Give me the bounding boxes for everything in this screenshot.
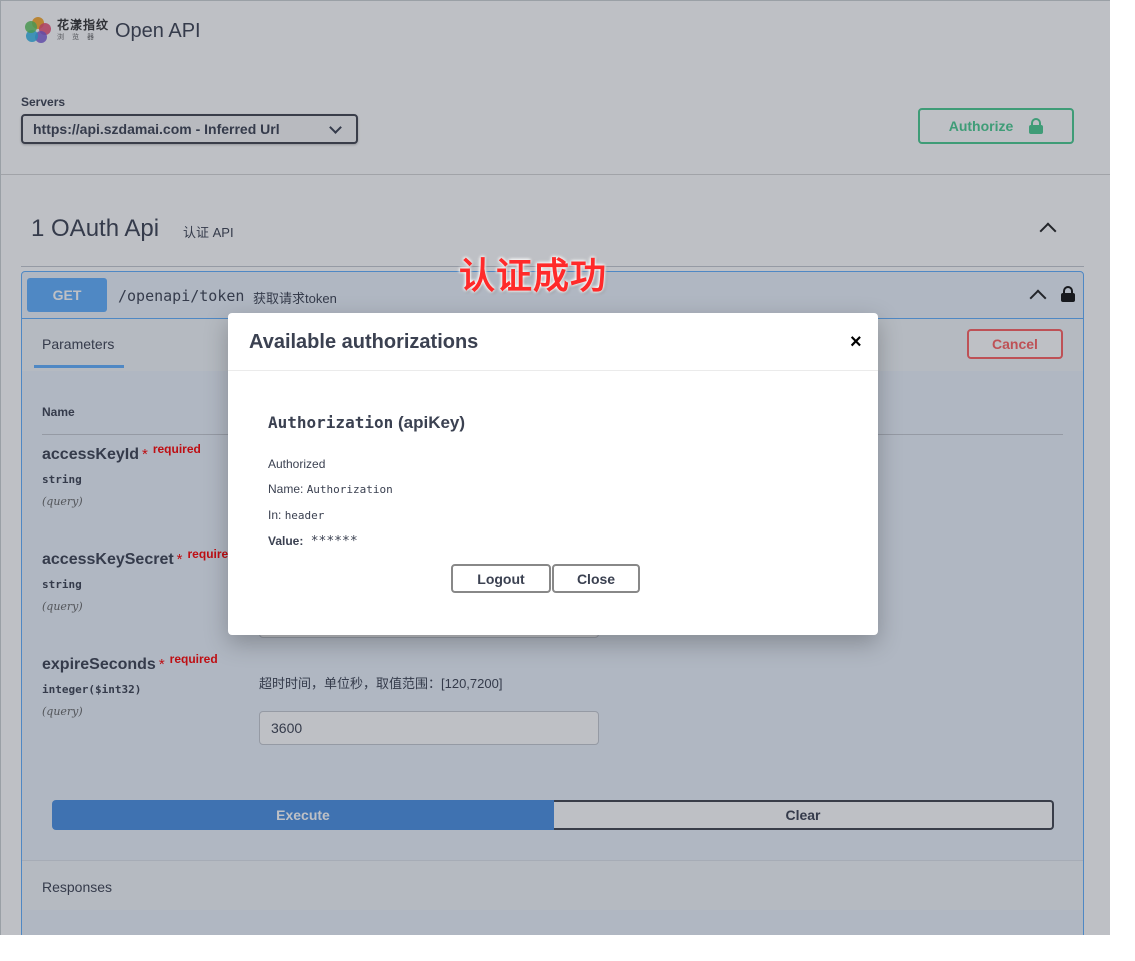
auth-name-label: Name: — [268, 482, 304, 496]
auth-name-value: Authorization — [306, 483, 393, 496]
auth-value-label: Value: — [268, 534, 304, 548]
auth-in-label: In: — [268, 508, 282, 522]
close-icon[interactable]: × — [850, 331, 862, 354]
auth-scheme-name: Authorization — [268, 413, 394, 432]
auth-in-row: In: header — [268, 508, 324, 522]
auth-status: Authorized — [268, 457, 326, 471]
auth-scheme-type: (apiKey) — [397, 413, 466, 432]
modal-header: Available authorizations × — [228, 313, 878, 371]
auth-value-masked: ****** — [310, 534, 358, 549]
auth-name-row: Name: Authorization — [268, 482, 393, 496]
browser-frame: 花漾指纹 浏览器 Open API Servers https://api.sz… — [0, 0, 1110, 935]
auth-in-value: header — [284, 509, 325, 522]
auth-modal: Available authorizations × Authorization… — [228, 313, 878, 635]
auth-scheme-title: Authorization (apiKey) — [268, 413, 465, 433]
swagger-page: 花漾指纹 浏览器 Open API Servers https://api.sz… — [1, 1, 1110, 935]
modal-title: Available authorizations — [249, 331, 479, 353]
close-button[interactable]: Close — [552, 564, 640, 593]
auth-value-row: Value: ****** — [268, 534, 358, 549]
annotation-text: 认证成功 — [459, 255, 608, 296]
logout-button[interactable]: Logout — [451, 564, 551, 593]
